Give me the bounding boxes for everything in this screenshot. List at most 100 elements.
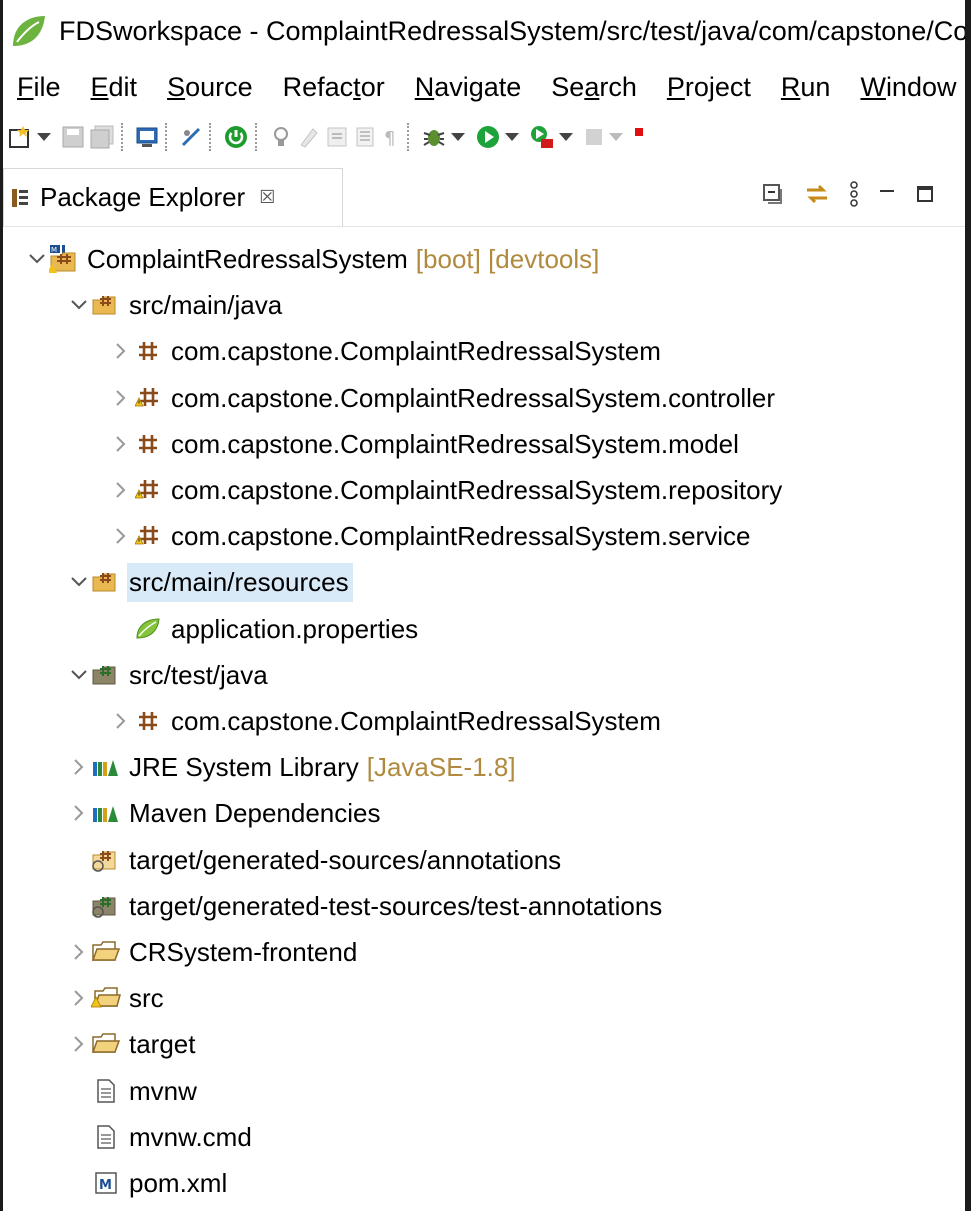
tree-item[interactable]: com.capstone.ComplaintRedressalSystem.re…: [109, 467, 782, 513]
menu-source[interactable]: Source: [167, 72, 253, 103]
tree-item[interactable]: CRSystem-frontend: [67, 929, 357, 975]
save-all-icon[interactable]: [89, 117, 115, 157]
debug-dropdown-arrow-icon[interactable]: [451, 133, 465, 141]
menu-search[interactable]: Search: [551, 72, 637, 103]
tree-item[interactable]: target/generated-test-sources/test-annot…: [67, 883, 662, 929]
tree-item[interactable]: com.capstone.ComplaintRedressalSystem.mo…: [109, 421, 739, 467]
tree-item[interactable]: target: [67, 1021, 196, 1067]
pen-icon[interactable]: [297, 117, 321, 157]
toolbar-separator: [255, 123, 259, 151]
tree-item-label: src/main/java: [129, 289, 283, 320]
collapse-chevron-icon[interactable]: [67, 282, 91, 328]
expand-chevron-icon[interactable]: [67, 744, 91, 790]
open-type-icon[interactable]: [269, 117, 293, 157]
expand-chevron-icon[interactable]: [109, 375, 133, 421]
menu-mnemonic: E: [90, 71, 109, 102]
tree-item[interactable]: com.capstone.ComplaintRedressalSystem: [109, 328, 661, 374]
debug-icon[interactable]: [421, 117, 447, 157]
tree-item-label: CRSystem-frontend: [129, 936, 358, 967]
stop-dropdown-arrow-icon[interactable]: [609, 133, 623, 141]
tree-item[interactable]: com.capstone.ComplaintRedressalSystem: [109, 698, 661, 744]
save-icon[interactable]: [61, 117, 85, 157]
menu-label-part: roject: [684, 71, 751, 102]
menu-navigate[interactable]: Navigate: [415, 72, 522, 103]
expand-chevron-icon[interactable]: [109, 513, 133, 559]
tree-item-label: com.capstone.ComplaintRedressalSystem.re…: [171, 474, 783, 505]
menu-edit[interactable]: Edit: [91, 72, 138, 103]
collapse-chevron-icon[interactable]: [25, 236, 49, 282]
svg-text:M: M: [99, 1178, 112, 1193]
toolbar-separator: [407, 123, 411, 151]
expand-chevron-icon[interactable]: [109, 328, 133, 374]
tab-package-explorer[interactable]: Package Explorer ☒: [3, 168, 343, 226]
tree-item[interactable]: Maven Dependencies: [67, 790, 381, 836]
menu-label-part: ource: [185, 71, 253, 102]
menu-window[interactable]: Window: [860, 72, 956, 103]
tree-item[interactable]: mvnw.cmd: [67, 1114, 252, 1160]
tree-item[interactable]: com.capstone.ComplaintRedressalSystem.co…: [109, 375, 775, 421]
tree-item[interactable]: application.properties: [109, 606, 418, 652]
menu-refactor[interactable]: Refactor: [283, 72, 385, 103]
main-toolbar: ¶: [3, 112, 965, 162]
new-icon[interactable]: [7, 117, 33, 157]
package-explorer-icon: [12, 188, 28, 207]
tree-item-label: mvnw.cmd: [129, 1121, 252, 1152]
run-external-tool-icon[interactable]: [529, 117, 555, 157]
maximize-view-icon[interactable]: [915, 184, 935, 209]
expand-chevron-icon[interactable]: [109, 421, 133, 467]
view-tab-label: Package Explorer: [40, 182, 246, 212]
external-tool-dropdown-arrow-icon[interactable]: [559, 133, 573, 141]
block-selection-icon[interactable]: [353, 117, 377, 157]
tree-item[interactable]: JRE System Library [JavaSE-1.8]: [67, 744, 516, 790]
run-dropdown-arrow-icon[interactable]: [505, 133, 519, 141]
link-with-editor-icon[interactable]: [803, 180, 831, 213]
menu-mnemonic: F: [17, 71, 34, 102]
expand-chevron-icon[interactable]: [67, 1021, 91, 1067]
eclipse-spring-icon: [13, 16, 45, 46]
package-warning-icon: [133, 521, 163, 551]
expand-chevron-icon[interactable]: [67, 975, 91, 1021]
menu-file[interactable]: File: [17, 72, 61, 103]
spring-boot-dashboard-icon[interactable]: [223, 117, 249, 157]
expand-chevron-icon[interactable]: [67, 929, 91, 975]
library-icon: [91, 752, 121, 782]
package-icon: [133, 336, 163, 366]
minimize-view-icon[interactable]: [877, 184, 897, 209]
tree-item[interactable]: src/main/java: [67, 282, 282, 328]
tree-item[interactable]: com.capstone.ComplaintRedressalSystem.se…: [109, 513, 750, 559]
package-warning-icon: [133, 475, 163, 505]
tree-item[interactable]: Mpom.xml: [67, 1160, 227, 1206]
tree-item[interactable]: M ComplaintRedressalSystem [boot] [devtool…: [25, 236, 599, 282]
package-warning-icon: [133, 383, 163, 413]
view-menu-icon[interactable]: [849, 180, 859, 213]
tree-item-decoration: [JavaSE-1.8]: [366, 751, 516, 782]
close-view-icon[interactable]: ☒: [259, 187, 275, 208]
skip-breakpoints-icon[interactable]: [179, 117, 203, 157]
menu-run[interactable]: Run: [781, 72, 831, 103]
expand-chevron-icon[interactable]: [109, 698, 133, 744]
svg-text:¶: ¶: [384, 128, 395, 149]
expand-chevron-icon[interactable]: [109, 467, 133, 513]
tree-item[interactable]: src/test/java: [67, 652, 268, 698]
maven-pom-icon: M: [91, 1168, 121, 1198]
tree-item[interactable]: target/generated-sources/annotations: [67, 837, 561, 883]
tree-item-label: mvnw: [129, 1075, 197, 1106]
terminal-icon[interactable]: [135, 117, 159, 157]
annotation-icon[interactable]: [325, 117, 349, 157]
run-icon[interactable]: [475, 117, 501, 157]
new-dropdown-arrow-icon[interactable]: [37, 133, 51, 141]
terminate-red-icon[interactable]: [633, 117, 643, 157]
collapse-chevron-icon[interactable]: [67, 559, 91, 605]
stop-icon[interactable]: [583, 117, 605, 157]
tree-item[interactable]: mvnw: [67, 1068, 197, 1114]
collapse-all-icon[interactable]: [761, 182, 785, 211]
show-whitespace-icon[interactable]: ¶: [381, 117, 401, 157]
tree-item[interactable]: src/main/resources: [67, 559, 353, 605]
title-bar[interactable]: FDSworkspace - ComplaintRedressalSystem/…: [3, 0, 965, 62]
menu-mnemonic: P: [666, 71, 685, 102]
collapse-chevron-icon[interactable]: [67, 652, 91, 698]
menu-project[interactable]: Project: [667, 72, 751, 103]
expand-chevron-icon[interactable]: [67, 790, 91, 836]
tree-item[interactable]: src: [67, 975, 164, 1021]
